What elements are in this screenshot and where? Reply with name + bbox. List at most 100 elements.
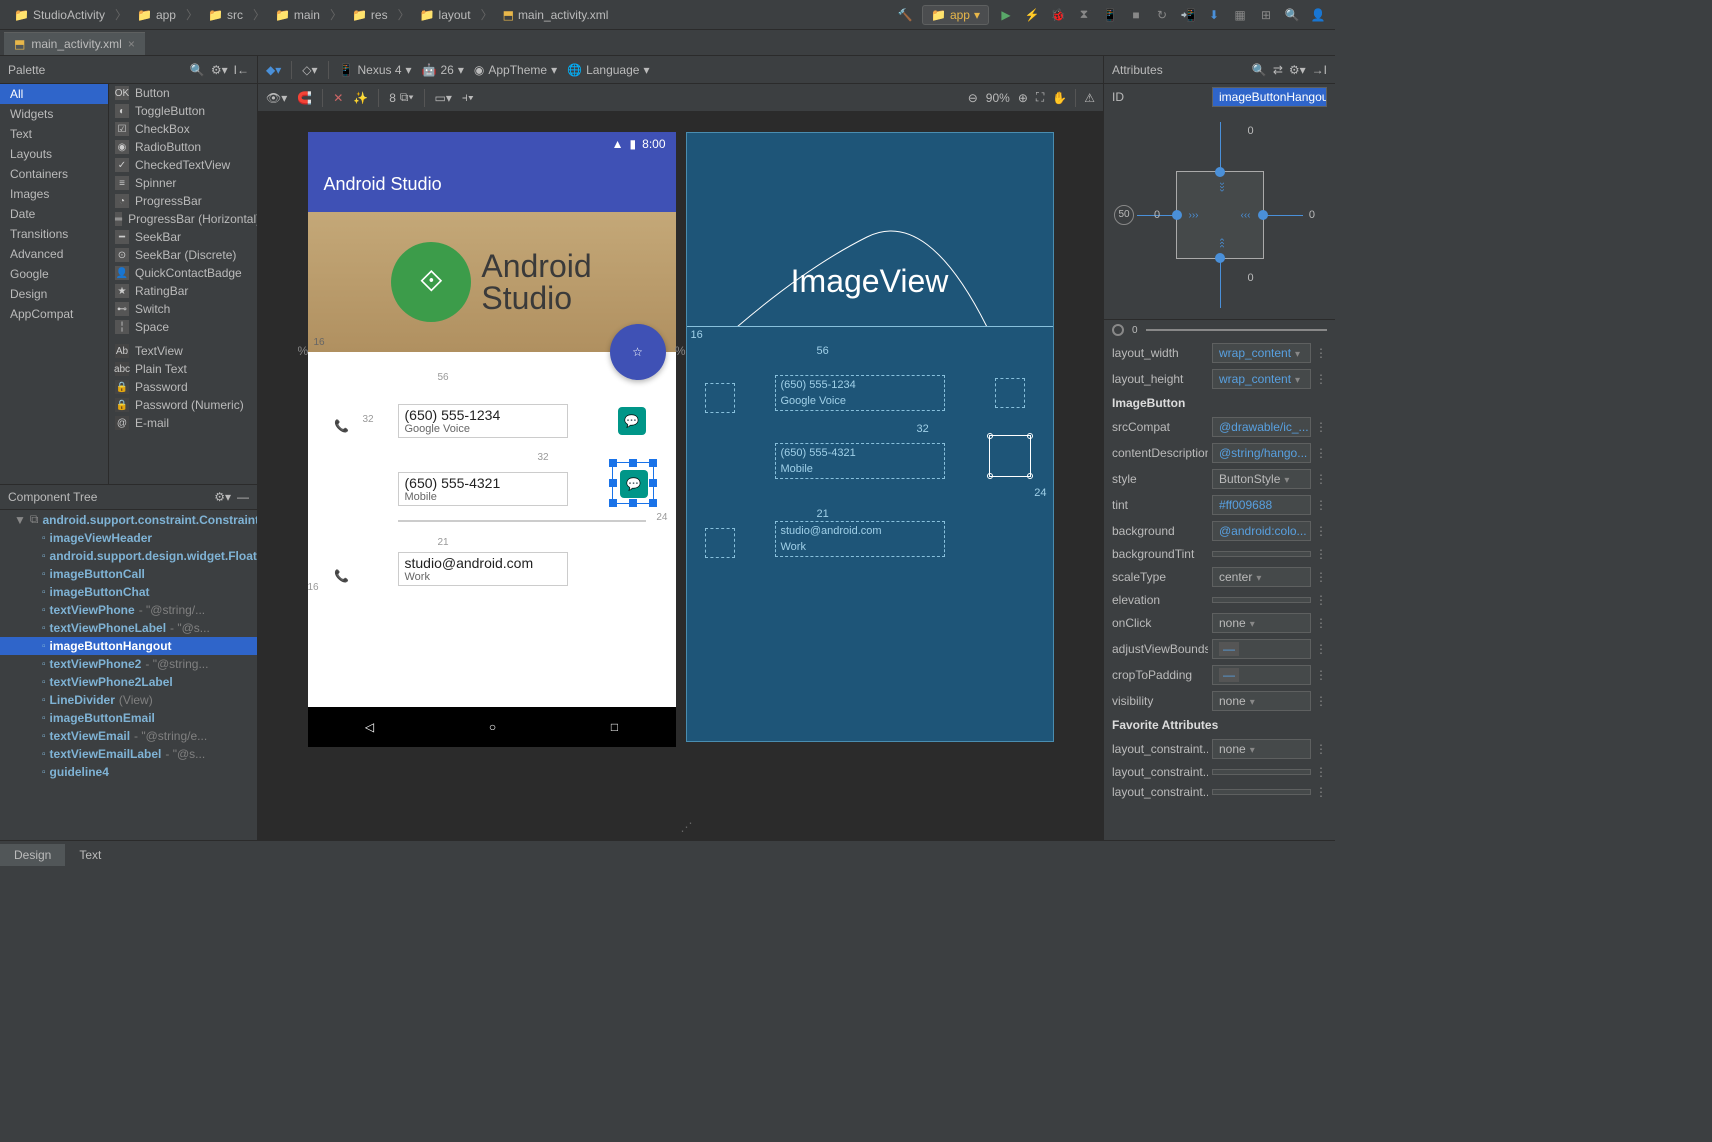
palette-item[interactable]: ═ProgressBar (Horizontal) bbox=[109, 210, 257, 228]
pan-icon[interactable]: ✋ bbox=[1052, 91, 1067, 105]
palette-category[interactable]: AppCompat bbox=[0, 304, 108, 324]
attr-toggle-icon[interactable]: ⇄ bbox=[1273, 63, 1283, 77]
hangout-icon[interactable]: 💬 bbox=[620, 470, 648, 498]
attr-value[interactable]: none bbox=[1212, 739, 1311, 759]
attr-value[interactable]: center bbox=[1212, 567, 1311, 587]
palette-category[interactable]: All bbox=[0, 84, 108, 104]
bp-selected[interactable] bbox=[989, 435, 1031, 477]
design-surface-icon[interactable]: ◆▾ bbox=[266, 63, 281, 77]
tree-item[interactable]: ▫ android.support.design.widget.Floating… bbox=[0, 547, 257, 565]
tree-item[interactable]: ▫ textViewPhone - "@string/... bbox=[0, 601, 257, 619]
tree-item[interactable]: ▫ textViewPhone2 - "@string... bbox=[0, 655, 257, 673]
view-options-icon[interactable]: 👁▾ bbox=[266, 91, 287, 105]
stop-icon[interactable]: ■ bbox=[1127, 6, 1145, 24]
nav-recent-icon[interactable]: □ bbox=[611, 720, 618, 734]
constraint-bottom[interactable]: 0 bbox=[1248, 272, 1254, 284]
sdk-icon[interactable]: ⬇ bbox=[1205, 6, 1223, 24]
palette-item[interactable]: 🔒Password bbox=[109, 378, 257, 396]
debug-icon[interactable]: 🐞 bbox=[1049, 6, 1067, 24]
sync-icon[interactable]: ↻ bbox=[1153, 6, 1171, 24]
file-tab[interactable]: ⬒ main_activity.xml × bbox=[4, 32, 145, 55]
api-dropdown[interactable]: 🤖 26 ▾ bbox=[422, 63, 464, 77]
selected-element[interactable]: 💬 bbox=[612, 462, 654, 504]
tree-item[interactable]: ▫ textViewPhoneLabel - "@s... bbox=[0, 619, 257, 637]
call-icon[interactable]: 📞 bbox=[328, 412, 356, 440]
attr-value[interactable] bbox=[1212, 789, 1311, 795]
palette-category[interactable]: Layouts bbox=[0, 144, 108, 164]
run-icon[interactable]: ▶ bbox=[997, 6, 1015, 24]
breadcrumb-item[interactable]: 📁main bbox=[269, 6, 326, 24]
attr-value[interactable] bbox=[1212, 551, 1311, 557]
palette-item[interactable]: ≡Spinner bbox=[109, 174, 257, 192]
palette-category[interactable]: Images bbox=[0, 184, 108, 204]
tree-item[interactable]: ▫ imageButtonHangout bbox=[0, 637, 257, 655]
layout-width-value[interactable]: wrap_content bbox=[1212, 343, 1311, 363]
breadcrumb-item[interactable]: 📁StudioActivity bbox=[8, 6, 111, 24]
palette-item[interactable]: ☑CheckBox bbox=[109, 120, 257, 138]
attr-value[interactable]: none bbox=[1212, 691, 1311, 711]
tree-item[interactable]: ▫ textViewEmailLabel - "@s... bbox=[0, 745, 257, 763]
palette-item[interactable]: 🔒Password (Numeric) bbox=[109, 396, 257, 414]
search-icon[interactable]: 🔍 bbox=[1283, 6, 1301, 24]
profiler-icon[interactable]: ⧗ bbox=[1075, 6, 1093, 24]
layout-height-value[interactable]: wrap_content bbox=[1212, 369, 1311, 389]
palette-item[interactable]: ⊷Switch bbox=[109, 300, 257, 318]
theme-dropdown[interactable]: ◉AppTheme ▾ bbox=[474, 63, 557, 77]
help-icon[interactable]: ⊞ bbox=[1257, 6, 1275, 24]
constraint-widget[interactable]: ››› ‹‹‹ ››› ‹‹‹ 0 0 0 0 50 bbox=[1104, 110, 1335, 320]
resize-handle[interactable]: ⋰ bbox=[681, 820, 693, 834]
palette-settings-icon[interactable]: ⚙▾ bbox=[211, 63, 228, 77]
device-preview[interactable]: ▲ ▮ 8:00 Android Studio ⟐ AndroidStudio … bbox=[308, 132, 676, 742]
attr-value[interactable]: none bbox=[1212, 613, 1311, 633]
close-tab-icon[interactable]: × bbox=[128, 37, 135, 51]
palette-item[interactable]: ╎Space bbox=[109, 318, 257, 336]
attr-value[interactable] bbox=[1212, 769, 1311, 775]
attr-settings-icon[interactable]: ⚙▾ bbox=[1289, 63, 1306, 77]
make-icon[interactable]: 🔨 bbox=[896, 6, 914, 24]
tree-item[interactable]: ▫ textViewPhone2Label bbox=[0, 673, 257, 691]
palette-item[interactable]: 👤QuickContactBadge bbox=[109, 264, 257, 282]
palette-item[interactable]: abcPlain Text bbox=[109, 360, 257, 378]
user-icon[interactable]: 👤 bbox=[1309, 6, 1327, 24]
attr-value[interactable]: — bbox=[1212, 639, 1311, 659]
layout-inspector-icon[interactable]: ▦ bbox=[1231, 6, 1249, 24]
palette-item[interactable]: OKButton bbox=[109, 84, 257, 102]
attr-value[interactable]: #ff009688 bbox=[1212, 495, 1311, 515]
tree-item[interactable]: ▫ imageViewHeader bbox=[0, 529, 257, 547]
palette-category[interactable]: Design bbox=[0, 284, 108, 304]
palette-category[interactable]: Widgets bbox=[0, 104, 108, 124]
zoom-out-icon[interactable]: ⊖ bbox=[968, 91, 978, 105]
tree-item[interactable]: ▫ guideline4 bbox=[0, 763, 257, 781]
palette-item[interactable]: ⊙SeekBar (Discrete) bbox=[109, 246, 257, 264]
constraint-right[interactable]: 0 bbox=[1309, 209, 1315, 221]
magnet-icon[interactable]: 🧲 bbox=[297, 91, 312, 105]
palette-category[interactable]: Text bbox=[0, 124, 108, 144]
palette-item[interactable]: ◉RadioButton bbox=[109, 138, 257, 156]
apply-changes-icon[interactable]: ⚡ bbox=[1023, 6, 1041, 24]
attr-value[interactable]: @string/hango... bbox=[1212, 443, 1311, 463]
palette-item[interactable]: ━SeekBar bbox=[109, 228, 257, 246]
palette-search-icon[interactable]: 🔍 bbox=[190, 63, 205, 77]
pack-icon[interactable]: ▭▾ bbox=[435, 91, 452, 105]
palette-collapse-icon[interactable]: I← bbox=[234, 63, 249, 77]
breadcrumb-item[interactable]: 📁res bbox=[346, 6, 394, 24]
blueprint-preview[interactable]: ImageView (650) 555-1234 Google Voice (6… bbox=[686, 132, 1054, 742]
breadcrumb-item[interactable]: ⬒main_activity.xml bbox=[497, 6, 615, 24]
attr-value[interactable]: @drawable/ic_... bbox=[1212, 417, 1311, 437]
zoom-fit-icon[interactable]: ⛶ bbox=[1036, 90, 1044, 105]
nav-home-icon[interactable]: ○ bbox=[489, 720, 496, 734]
attach-icon[interactable]: 📱 bbox=[1101, 6, 1119, 24]
phone2-text-container[interactable]: (650) 555-4321 Mobile bbox=[398, 472, 568, 506]
constraint-top[interactable]: 0 bbox=[1248, 125, 1254, 137]
language-dropdown[interactable]: 🌐 Language ▾ bbox=[567, 63, 649, 77]
orientation-icon[interactable]: ◇▾ bbox=[302, 63, 317, 77]
attr-value[interactable]: — bbox=[1212, 665, 1311, 685]
breadcrumb-item[interactable]: 📁app bbox=[131, 6, 182, 24]
tree-item[interactable]: ▫ imageButtonEmail bbox=[0, 709, 257, 727]
palette-category[interactable]: Containers bbox=[0, 164, 108, 184]
run-config-dropdown[interactable]: 📁app▾ bbox=[922, 5, 989, 25]
nav-back-icon[interactable]: ◁ bbox=[365, 720, 374, 734]
palette-item[interactable]: ★RatingBar bbox=[109, 282, 257, 300]
bias-indicator[interactable]: 50 bbox=[1114, 205, 1134, 225]
text-tab[interactable]: Text bbox=[65, 844, 115, 866]
